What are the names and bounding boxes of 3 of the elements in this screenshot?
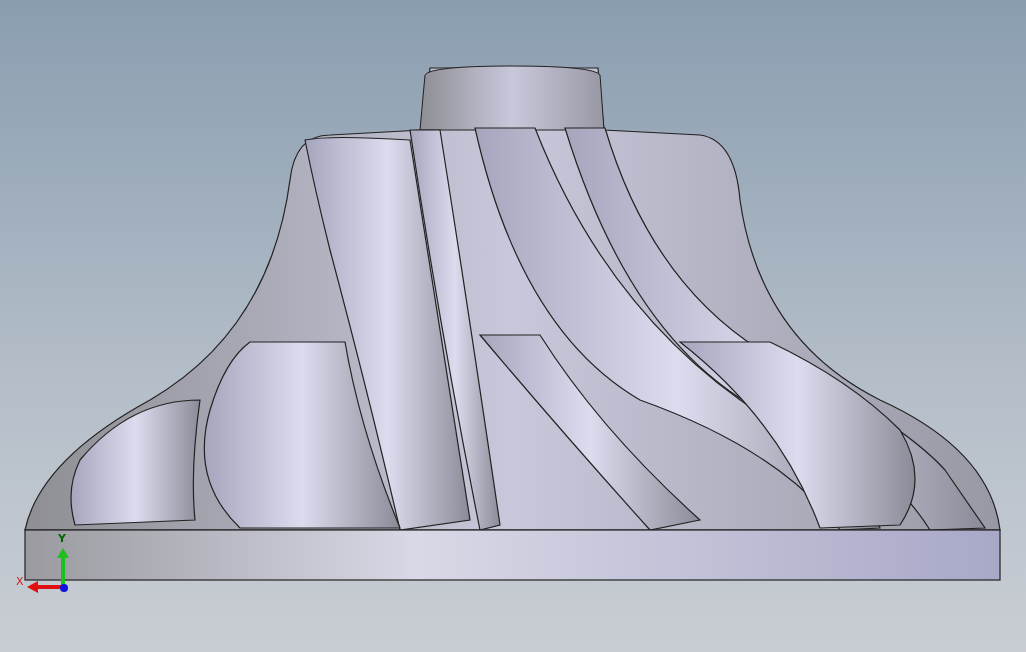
x-axis-label: X xyxy=(16,575,24,588)
axis-triad-icon xyxy=(27,548,69,593)
y-axis-label: Y xyxy=(58,532,66,545)
